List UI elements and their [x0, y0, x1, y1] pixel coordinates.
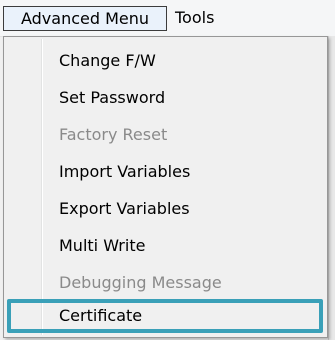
menu-item-factory-reset: Factory Reset — [59, 125, 168, 144]
menu-item-debugging-message: Debugging Message — [59, 273, 222, 292]
menu-tools[interactable]: Tools — [175, 7, 214, 29]
menu-gutter-divider — [41, 39, 43, 335]
menu-item-import-variables[interactable]: Import Variables — [59, 157, 190, 187]
background-window-edge — [328, 36, 335, 340]
menu-bar: Advanced Menu Tools — [0, 0, 335, 37]
menu-item-multi-write[interactable]: Multi Write — [59, 231, 145, 261]
certificate-highlight-box — [7, 299, 323, 333]
app-window: Advanced Menu Tools Change F/W Set Passw… — [0, 0, 335, 340]
menu-advanced[interactable]: Advanced Menu — [3, 6, 167, 31]
advanced-menu-dropdown: Change F/W Set Password Factory Reset Im… — [3, 36, 328, 338]
menu-item-export-variables[interactable]: Export Variables — [59, 194, 190, 224]
menu-item-set-password[interactable]: Set Password — [59, 83, 165, 113]
menu-item-change-fw[interactable]: Change F/W — [59, 46, 156, 76]
